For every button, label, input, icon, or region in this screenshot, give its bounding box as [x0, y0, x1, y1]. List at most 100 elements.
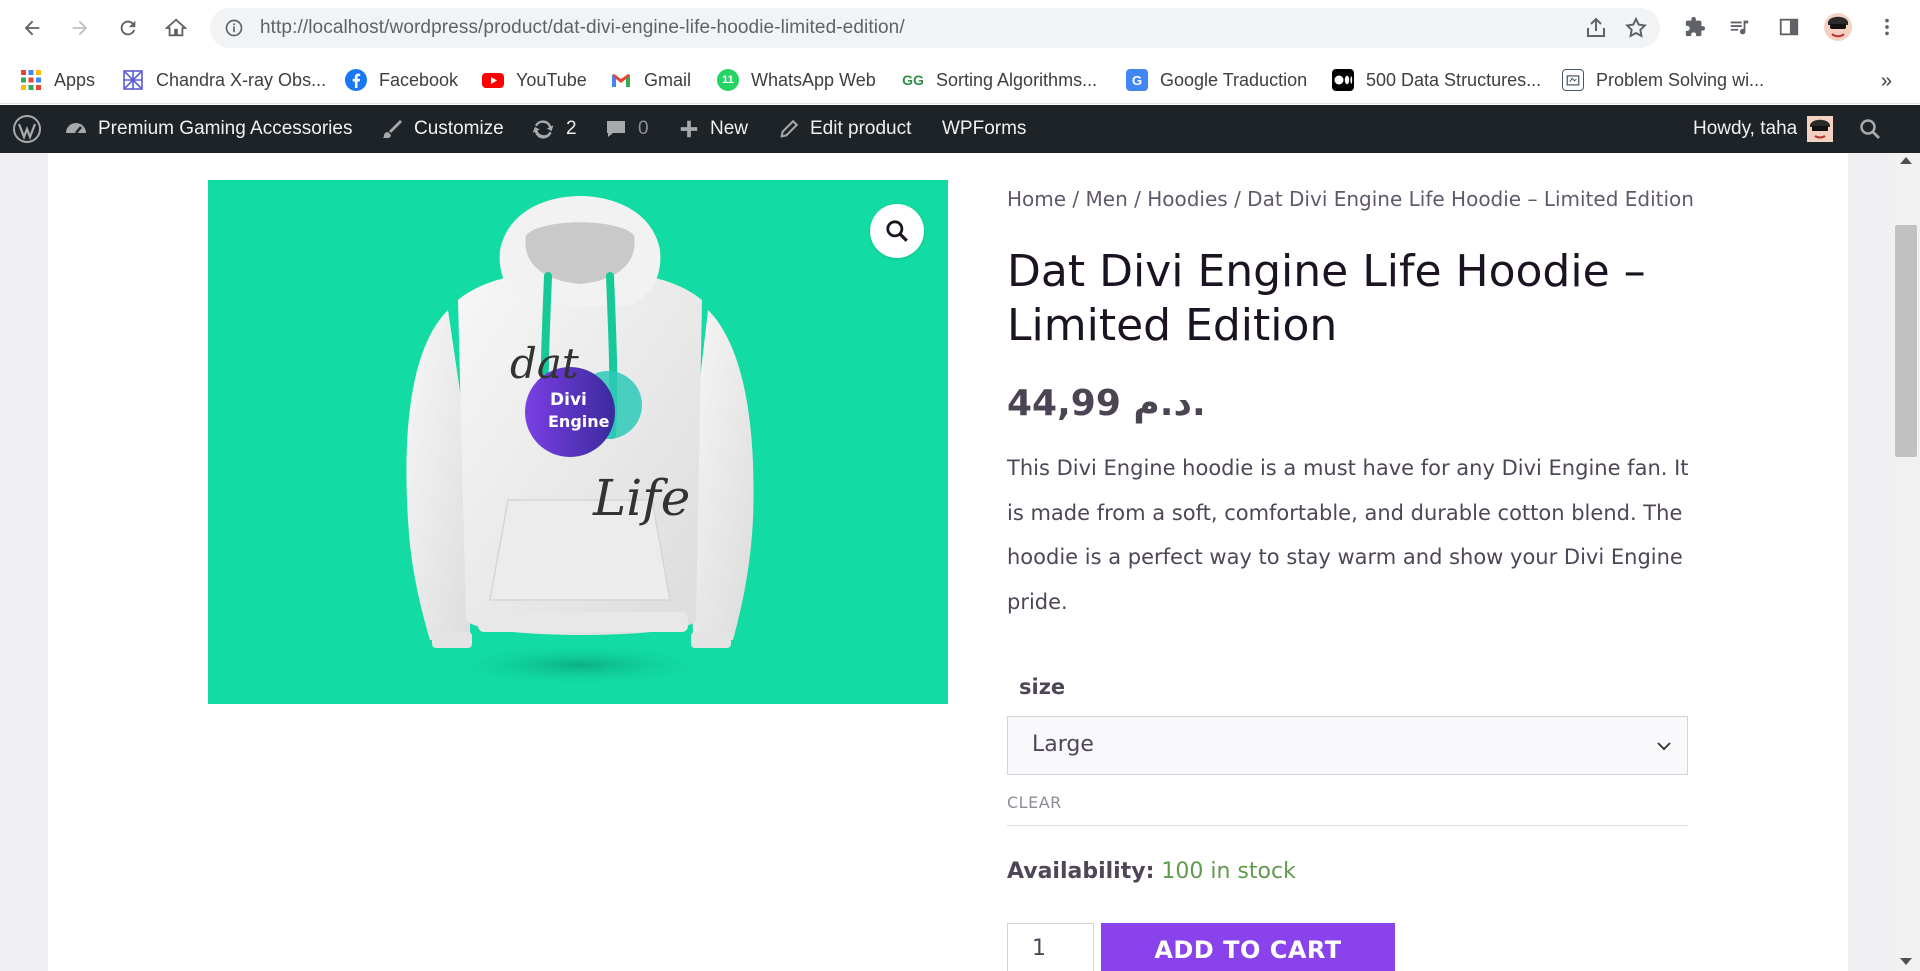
breadcrumb-separator: /	[1127, 187, 1148, 211]
availability-label: Availability:	[1007, 859, 1155, 884]
size-select-value: Large	[1032, 732, 1094, 757]
breadcrumb-separator: /	[1227, 187, 1248, 211]
my-account-menu[interactable]: Howdy, taha	[1693, 105, 1834, 153]
hoodie-print-dat: dat	[510, 339, 579, 388]
reload-button[interactable]	[114, 14, 142, 42]
browser-menu-button[interactable]	[1874, 14, 1900, 40]
comment-bubble-icon	[607, 121, 625, 137]
scroll-up-arrow-icon[interactable]	[1900, 157, 1912, 164]
bookmarks-bar: Apps Chandra X-ray Obs... Facebook YouTu…	[0, 56, 1920, 104]
bookmark-sorting-algorithms[interactable]: GG Sorting Algorithms...	[902, 66, 1097, 94]
updates-count: 2	[566, 118, 577, 139]
media-control-button[interactable]	[1726, 14, 1752, 40]
bookmark-apps[interactable]: Apps	[20, 66, 95, 94]
breadcrumb-hoodies[interactable]: Hoodies	[1147, 187, 1228, 211]
breadcrumb: Home / Men / Hoodies / Dat Divi Engine L…	[1007, 187, 1694, 211]
bookmark-problem-solving[interactable]: Problem Solving wi...	[1562, 66, 1764, 94]
url-host: http://localhost	[260, 17, 385, 38]
whatsapp-icon: 11	[717, 69, 739, 91]
page-scrollbar[interactable]	[1893, 153, 1920, 971]
bookmark-whatsapp[interactable]: 11 WhatsApp Web	[717, 66, 876, 94]
chandra-icon	[122, 69, 144, 91]
profile-avatar-icon	[1824, 13, 1852, 41]
bookmark-label: 500 Data Structures...	[1366, 69, 1542, 90]
gmail-icon	[610, 69, 632, 91]
forward-button[interactable]	[66, 14, 94, 42]
kebab-menu-icon	[1885, 18, 1889, 36]
bookmark-label: Apps	[54, 69, 96, 90]
site-name-menu[interactable]: Premium Gaming Accessories	[64, 105, 352, 153]
bookmark-label: Google Traduction	[1160, 69, 1308, 90]
breadcrumb-men[interactable]: Men	[1086, 187, 1128, 211]
wp-logo-menu[interactable]	[12, 105, 52, 153]
bookmark-gmail[interactable]: Gmail	[610, 66, 691, 94]
puzzle-icon	[1685, 16, 1706, 37]
bookmark-google-traduction[interactable]: G Google Traduction	[1126, 66, 1307, 94]
facebook-icon	[345, 69, 367, 91]
product-gallery-image[interactable]: Divi Engine dat Life	[208, 180, 948, 704]
new-label: New	[710, 118, 749, 139]
updates-refresh-icon	[532, 120, 554, 139]
bookmark-star-icon[interactable]	[1624, 16, 1648, 40]
breadcrumb-current: Dat Divi Engine Life Hoodie – Limited Ed…	[1247, 187, 1694, 211]
clear-variation-link[interactable]: CLEAR	[1007, 793, 1062, 812]
edit-product-label: Edit product	[810, 118, 912, 139]
divider	[1007, 825, 1688, 826]
bookmark-facebook[interactable]: Facebook	[345, 66, 458, 94]
wordpress-logo-icon	[13, 115, 41, 143]
site-info-icon[interactable]	[224, 18, 244, 38]
bookmark-chandra[interactable]: Chandra X-ray Obs...	[122, 66, 326, 94]
share-icon[interactable]	[1584, 16, 1608, 40]
plus-icon	[680, 120, 698, 138]
customize-link[interactable]: Customize	[380, 105, 504, 153]
youtube-icon	[482, 69, 504, 91]
wp-admin-bar: Premium Gaming Accessories Customize 2 0…	[0, 105, 1920, 153]
side-panel-button[interactable]	[1776, 14, 1802, 40]
search-icon	[1860, 119, 1880, 139]
edit-product-link[interactable]: Edit product	[778, 105, 911, 153]
url-path: /wordpress/product/dat-divi-engine-life-…	[384, 17, 905, 38]
add-to-cart-button[interactable]: ADD TO CART	[1101, 923, 1395, 971]
hoodie-image: Divi Engine dat Life	[406, 196, 754, 687]
product-price: 44,99 د.م.	[1007, 383, 1206, 424]
comments-link[interactable]: 0	[604, 105, 649, 153]
breadcrumb-home[interactable]: Home	[1007, 187, 1066, 211]
bookmarks-overflow-button[interactable]: »	[1881, 70, 1892, 93]
size-select[interactable]: Large	[1007, 716, 1688, 775]
google-translate-icon: G	[1126, 69, 1148, 91]
forward-arrow-icon	[72, 20, 88, 36]
size-label: size	[1019, 675, 1066, 699]
dashboard-gauge-icon	[66, 123, 86, 134]
bookmark-label: Chandra X-ray Obs...	[156, 69, 327, 90]
apps-grid-icon	[20, 69, 42, 91]
home-icon	[165, 18, 187, 37]
bookmark-label: Sorting Algorithms...	[936, 69, 1098, 90]
scroll-down-arrow-icon[interactable]	[1900, 958, 1912, 965]
pencil-icon	[780, 119, 799, 138]
wpforms-label: WPForms	[942, 118, 1027, 139]
url-text[interactable]: http://localhost/wordpress/product/dat-d…	[260, 17, 905, 39]
quantity-input[interactable]: 1	[1007, 923, 1094, 971]
product-description: This Divi Engine hoodie is a must have f…	[1007, 456, 1689, 614]
bookmark-500-data-structures[interactable]: 500 Data Structures...	[1332, 66, 1541, 94]
hoodie-print-divi: Divi	[550, 390, 587, 410]
back-button[interactable]	[18, 14, 46, 42]
updates-link[interactable]: 2	[530, 105, 577, 153]
bookmark-label: WhatsApp Web	[751, 69, 876, 90]
book-icon	[1562, 69, 1584, 91]
profile-avatar-button[interactable]	[1823, 12, 1853, 42]
image-zoom-button[interactable]	[870, 204, 924, 258]
scrollbar-thumb[interactable]	[1895, 225, 1917, 457]
address-bar[interactable]: http://localhost/wordpress/product/dat-d…	[210, 8, 1660, 48]
wpforms-menu[interactable]: WPForms	[942, 105, 1026, 153]
admin-search-button[interactable]	[1858, 105, 1892, 153]
bookmark-label: Gmail	[644, 69, 692, 90]
breadcrumb-separator: /	[1066, 187, 1086, 211]
browser-toolbar: http://localhost/wordpress/product/dat-d…	[0, 0, 1920, 56]
availability: Availability: 100 in stock	[1007, 859, 1296, 884]
page-viewport: Divi Engine dat Life Home / Men / Hoodie…	[0, 153, 1920, 971]
extensions-button[interactable]	[1682, 14, 1708, 40]
bookmark-youtube[interactable]: YouTube	[482, 66, 587, 94]
home-button[interactable]	[162, 14, 190, 42]
new-content-menu[interactable]: New	[678, 105, 748, 153]
